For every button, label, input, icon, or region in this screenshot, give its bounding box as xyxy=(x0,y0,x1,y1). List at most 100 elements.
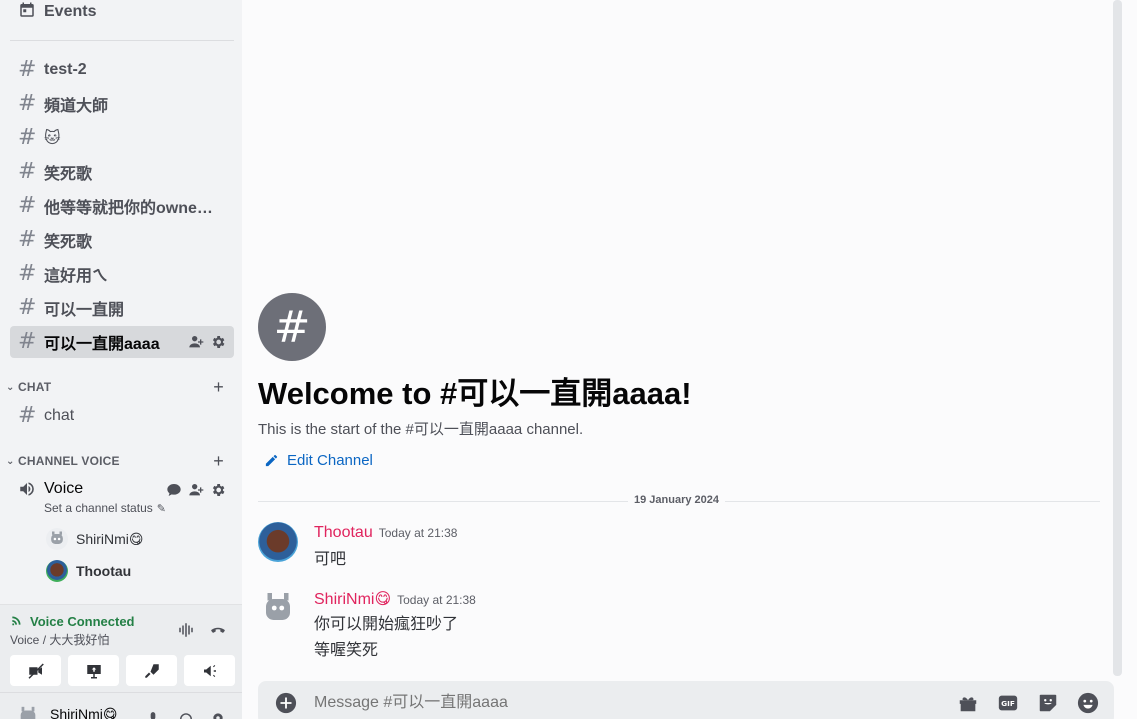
user-panel: ShiriNmi😋 xyxy=(0,692,242,719)
camera-off-icon xyxy=(28,663,44,679)
channel-name: 可以一直開aaaa xyxy=(44,336,160,353)
message-author[interactable]: Thootau xyxy=(314,524,373,542)
hash-icon: # xyxy=(18,403,37,428)
voice-connection-panel: Voice Connected Voice / 大大我好怕 xyxy=(0,604,242,692)
message-text: 可吧 xyxy=(314,551,347,568)
channel-name: 這好用ㄟ xyxy=(44,268,109,285)
message-text: 你可以開始瘋狂吵了 xyxy=(314,616,459,633)
channel-item[interactable]: # 笑死歌 xyxy=(10,156,234,188)
pencil-icon xyxy=(265,454,278,467)
channel-sidebar: Events # test-2 # 頻道大師 # 🐱 # 笑死歌 # 他等等就把… xyxy=(0,0,242,719)
camera-off-button[interactable] xyxy=(10,655,61,686)
invite-icon[interactable] xyxy=(188,334,204,350)
message-composer: GIF xyxy=(258,681,1114,719)
voice-status-row[interactable]: Set a channel status ✎ xyxy=(44,501,166,515)
voice-status-text: Set a channel status xyxy=(44,501,153,515)
soundboard-icon xyxy=(203,664,216,677)
sticker-icon[interactable] xyxy=(1036,691,1060,715)
welcome-title: Welcome to #可以一直開aaaa! xyxy=(258,376,692,411)
hash-icon: # xyxy=(18,295,37,320)
message-author[interactable]: ShiriNmi😋 xyxy=(314,589,391,609)
channel-name: 笑死歌 xyxy=(44,234,93,251)
add-attachment-icon[interactable] xyxy=(274,691,298,715)
channel-name: 他等等就把你的owner... xyxy=(44,200,214,217)
channel-list[interactable]: Events # test-2 # 頻道大師 # 🐱 # 笑死歌 # 他等等就把… xyxy=(0,0,242,604)
avatar[interactable] xyxy=(16,705,40,719)
microphone-icon[interactable] xyxy=(146,711,160,719)
channel-name: chat xyxy=(44,407,75,424)
avatar[interactable] xyxy=(258,588,298,628)
avatar[interactable] xyxy=(258,522,298,562)
channel-item[interactable]: # 他等等就把你的owner... xyxy=(10,190,234,222)
add-channel-icon[interactable]: + xyxy=(213,377,224,398)
chevron-down-icon: ⌄ xyxy=(6,381,15,393)
category-label: CHANNEL VOICE xyxy=(18,454,120,468)
activity-button[interactable] xyxy=(126,655,177,686)
gear-icon[interactable] xyxy=(209,711,227,719)
edit-channel-label: Edit Channel xyxy=(287,452,373,469)
channel-item[interactable]: # 可以一直開 xyxy=(10,292,234,324)
noise-suppression-icon[interactable] xyxy=(176,621,196,644)
channel-hash-badge-icon: # xyxy=(258,293,326,361)
voice-user[interactable]: ShiriNmi😋 xyxy=(46,526,143,552)
message-input[interactable] xyxy=(314,691,914,715)
invite-icon[interactable] xyxy=(188,482,204,498)
message-timestamp: Today at 21:38 xyxy=(397,593,476,607)
edit-channel-link[interactable]: Edit Channel xyxy=(264,452,373,469)
gif-icon[interactable]: GIF xyxy=(996,691,1020,715)
message-header: Thootau Today at 21:38 xyxy=(314,524,457,542)
hash-icon: # xyxy=(18,125,37,150)
channel-item[interactable]: # 這好用ㄟ xyxy=(10,258,234,290)
disconnect-icon[interactable] xyxy=(207,621,229,644)
channel-name: 頻道大師 xyxy=(44,98,109,115)
category-chat[interactable]: ⌄ CHAT + xyxy=(6,377,234,398)
voice-connected-status: Voice Connected xyxy=(30,614,135,629)
voice-user-name: Thootau xyxy=(76,563,132,579)
scrollbar[interactable] xyxy=(1113,0,1122,676)
hash-icon: # xyxy=(18,159,37,184)
hash-icon: # xyxy=(18,261,37,286)
rocket-icon xyxy=(144,663,159,678)
category-voice[interactable]: ⌄ CHANNEL VOICE + xyxy=(6,451,234,472)
voice-user-name: ShiriNmi😋 xyxy=(76,530,144,547)
hash-icon: # xyxy=(18,57,37,82)
chevron-down-icon: ⌄ xyxy=(6,455,15,467)
signal-icon xyxy=(10,613,24,630)
channel-name: 🐱 xyxy=(44,130,61,147)
message-header: ShiriNmi😋 Today at 21:38 xyxy=(314,589,476,609)
gift-icon[interactable] xyxy=(956,691,980,715)
speaker-icon xyxy=(18,480,44,503)
channel-item[interactable]: # 笑死歌 xyxy=(10,224,234,256)
category-label: CHAT xyxy=(18,380,52,394)
message-text: 等喔笑死 xyxy=(314,642,379,659)
hash-icon: # xyxy=(18,91,37,116)
gear-icon[interactable] xyxy=(210,482,226,498)
events-item[interactable]: Events xyxy=(10,0,234,28)
emoji-icon[interactable] xyxy=(1076,691,1100,715)
hash-icon: # xyxy=(18,193,37,218)
welcome-subtitle: This is the start of the #可以一直開aaaa chan… xyxy=(258,421,584,438)
avatar xyxy=(46,560,68,582)
screen-share-button[interactable] xyxy=(68,655,119,686)
gear-icon[interactable] xyxy=(210,334,226,350)
soundboard-button[interactable] xyxy=(184,655,235,686)
channel-item[interactable]: # test-2 xyxy=(10,54,234,86)
events-label: Events xyxy=(44,3,97,20)
channel-name: 可以一直開 xyxy=(44,302,125,319)
channel-item[interactable]: # 🐱 xyxy=(10,122,234,154)
voice-user[interactable]: Thootau xyxy=(46,558,131,584)
date-divider: 19 January 2024 xyxy=(628,494,726,506)
add-channel-icon[interactable]: + xyxy=(213,451,224,472)
hash-icon: # xyxy=(18,227,37,252)
channel-item-chat[interactable]: # chat xyxy=(10,400,234,432)
username: ShiriNmi😋 xyxy=(50,706,118,719)
channel-item[interactable]: # 頻道大師 xyxy=(10,88,234,120)
channel-name: test-2 xyxy=(44,61,87,78)
chat-bubble-icon[interactable] xyxy=(166,482,182,498)
channel-item-active[interactable]: # 可以一直開aaaa xyxy=(10,326,234,358)
headphones-icon[interactable] xyxy=(176,711,196,719)
avatar xyxy=(46,528,68,550)
svg-text:GIF: GIF xyxy=(1001,699,1015,708)
sidebar-divider xyxy=(10,40,234,41)
voice-location[interactable]: Voice / 大大我好怕 xyxy=(10,631,109,648)
